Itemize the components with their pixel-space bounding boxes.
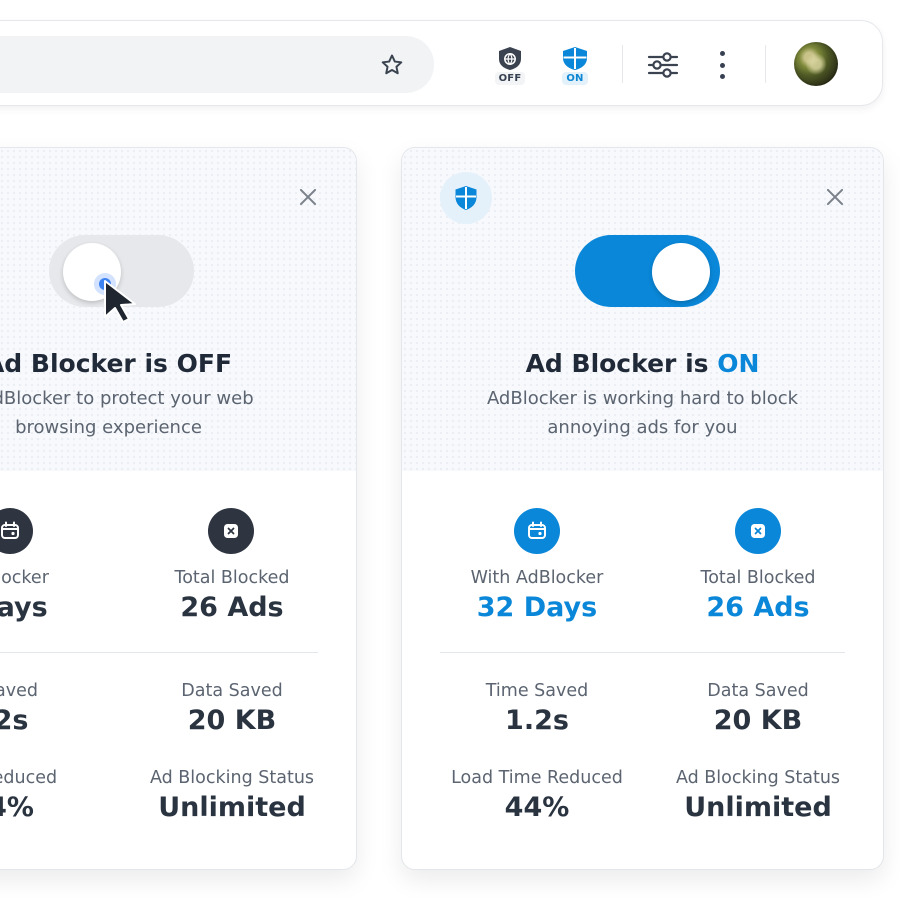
stat-value: 20 KB (713, 705, 803, 736)
status-title-state: ON (717, 349, 760, 378)
close-icon[interactable] (824, 186, 846, 208)
stat-load-time: e Reduced 4% (0, 768, 121, 823)
stat-value: 44% (504, 792, 570, 823)
stat-data-saved: Data Saved 20 KB (122, 681, 342, 736)
subtitle-line: AdBlocker is working hard to block (486, 388, 799, 409)
subtitle-line: n AdBlocker to protect your web (0, 388, 254, 409)
stat-value: 1.2s (505, 705, 569, 736)
stat-value: 32 Days (476, 592, 598, 623)
stat-label: Total Blocked (174, 568, 290, 588)
toggle-knob (652, 243, 710, 301)
kebab-menu-icon[interactable] (711, 49, 733, 81)
stat-label: With AdBlocker (470, 568, 604, 588)
stat-time-saved: Saved 2s (0, 681, 121, 736)
stat-label: dBlocker (0, 568, 49, 588)
extension-on-button[interactable]: ON (556, 43, 594, 89)
status-title: Ad Blocker is OFF (0, 349, 356, 378)
stat-label: Load Time Reduced (451, 768, 623, 788)
stats-divider (0, 652, 318, 653)
status-subtitle: n AdBlocker to protect your web browsing… (0, 384, 289, 442)
shield-badge (440, 172, 492, 224)
star-icon[interactable] (379, 52, 405, 78)
blocked-x-icon (208, 508, 254, 554)
stat-load-time: Load Time Reduced 44% (427, 768, 647, 823)
stats-divider (440, 652, 845, 653)
stat-label: Saved (0, 681, 39, 701)
stat-value: 20 KB (187, 705, 277, 736)
sliders-icon[interactable] (647, 51, 679, 79)
address-bar[interactable] (0, 36, 434, 93)
stat-label: Total Blocked (700, 568, 816, 588)
extension-off-label: OFF (494, 72, 526, 85)
avatar[interactable] (794, 42, 838, 86)
close-icon[interactable] (297, 186, 319, 208)
shield-globe-icon (499, 47, 521, 70)
stat-time-saved: Time Saved 1.2s (427, 681, 647, 736)
blocked-x-icon (735, 508, 781, 554)
toolbar-divider (622, 45, 623, 83)
stat-label: Time Saved (485, 681, 589, 701)
shield-icon (563, 47, 587, 70)
stat-value: 26 Ads (180, 592, 284, 623)
toolbar-divider (765, 45, 766, 83)
stat-label: Ad Blocking Status (675, 768, 841, 788)
status-title-state: OFF (176, 349, 233, 378)
calendar-icon (514, 508, 560, 554)
stat-blocking-status: Ad Blocking Status Unlimited (648, 768, 868, 823)
adblocker-on-card: Ad Blocker is ON AdBlocker is working ha… (401, 147, 884, 870)
stat-value: Unlimited (158, 792, 306, 823)
stat-days: With AdBlocker 32 Days (427, 568, 647, 623)
stat-total-blocked: Total Blocked 26 Ads (122, 568, 342, 623)
browser-toolbar: OFF ON (0, 20, 883, 106)
stat-total-blocked: Total Blocked 26 Ads (648, 568, 868, 623)
stat-label: Ad Blocking Status (149, 768, 315, 788)
extension-on-label: ON (562, 72, 588, 85)
stat-label: Data Saved (181, 681, 283, 701)
mouse-cursor-icon (104, 280, 136, 323)
subtitle-line: annoying ads for you (547, 417, 738, 438)
stat-days: dBlocker Days (0, 568, 121, 623)
status-title-prefix: Ad Blocker is (0, 349, 177, 378)
stat-value: Days (0, 592, 48, 623)
extension-off-button[interactable]: OFF (491, 43, 529, 89)
stat-label: Data Saved (707, 681, 809, 701)
stat-data-saved: Data Saved 20 KB (648, 681, 868, 736)
adblocker-off-card: Ad Blocker is OFF n AdBlocker to protect… (0, 147, 357, 870)
status-title: Ad Blocker is ON (402, 349, 883, 378)
subtitle-line: browsing experience (15, 417, 202, 438)
status-subtitle: AdBlocker is working hard to block annoy… (463, 384, 823, 442)
adblocker-toggle-on[interactable] (575, 235, 720, 307)
stat-value: 26 Ads (706, 592, 810, 623)
status-title-prefix: Ad Blocker is (525, 349, 718, 378)
stat-value: 2s (0, 705, 29, 736)
stat-value: Unlimited (684, 792, 832, 823)
screen: OFF ON Ad Blocker is OFF Blocker to prot… (0, 0, 900, 900)
stat-label: e Reduced (0, 768, 58, 788)
stat-value: 4% (0, 792, 34, 823)
stat-blocking-status: Ad Blocking Status Unlimited (122, 768, 342, 823)
shield-icon (455, 186, 477, 210)
calendar-icon (0, 508, 33, 554)
